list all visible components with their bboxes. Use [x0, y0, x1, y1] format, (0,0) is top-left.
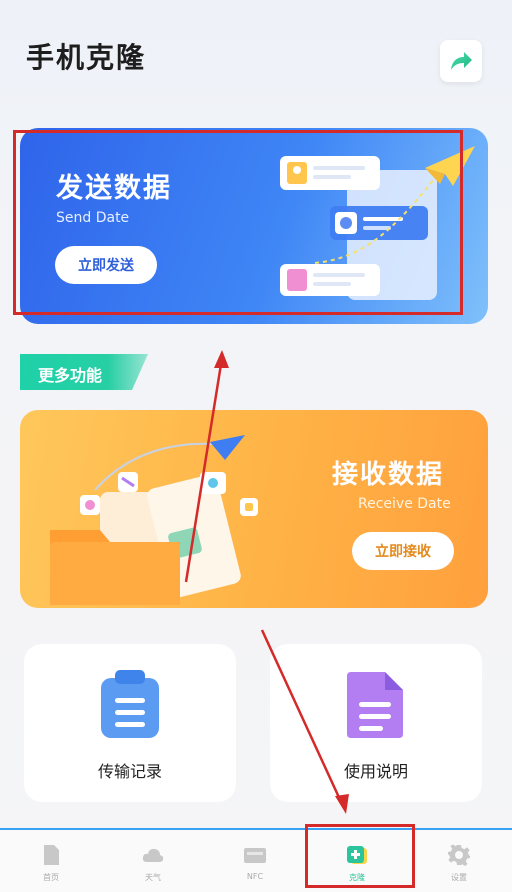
- page-title: 手机克隆: [26, 41, 147, 74]
- bottom-tab-bar: 首页 天气 NFC 克隆 设置: [0, 828, 512, 892]
- share-arrow-icon: [451, 52, 472, 70]
- user-guide-tile[interactable]: 使用说明: [270, 644, 482, 802]
- tab-home[interactable]: 首页: [0, 830, 102, 892]
- tab-home-label: 首页: [43, 873, 59, 882]
- more-features-label: 更多功能: [38, 366, 103, 385]
- receive-illustration: [50, 435, 258, 605]
- receive-data-card[interactable]: 接收数据 Receive Date 立即接收: [20, 410, 488, 608]
- share-button[interactable]: [440, 40, 482, 82]
- user-guide-label: 使用说明: [343, 762, 408, 781]
- more-features-badge: 更多功能: [20, 354, 148, 390]
- gear-icon: [448, 844, 470, 866]
- file-icon: [44, 845, 59, 865]
- receive-now-button[interactable]: 立即接收: [352, 532, 454, 570]
- tab-settings-label: 设置: [451, 873, 467, 882]
- receive-card-title: 接收数据: [332, 460, 445, 490]
- card-icon: [244, 848, 266, 863]
- transfer-records-tile[interactable]: 传输记录: [24, 644, 236, 802]
- tab-settings[interactable]: 设置: [408, 830, 510, 892]
- cloud-icon: [142, 848, 164, 862]
- send-card-highlight: [13, 130, 463, 315]
- receive-card-subtitle: Receive Date: [358, 496, 451, 512]
- document-icon: [347, 672, 403, 738]
- arrow-head-up: [214, 350, 229, 368]
- tab-weather[interactable]: 天气: [102, 830, 204, 892]
- tab-weather-label: 天气: [145, 873, 161, 882]
- transfer-records-label: 传输记录: [97, 762, 162, 781]
- tab-nfc[interactable]: NFC: [204, 830, 306, 892]
- tab-nfc-label: NFC: [246, 872, 264, 881]
- clone-tab-highlight: [305, 824, 415, 888]
- clipboard-list-icon: [101, 670, 159, 738]
